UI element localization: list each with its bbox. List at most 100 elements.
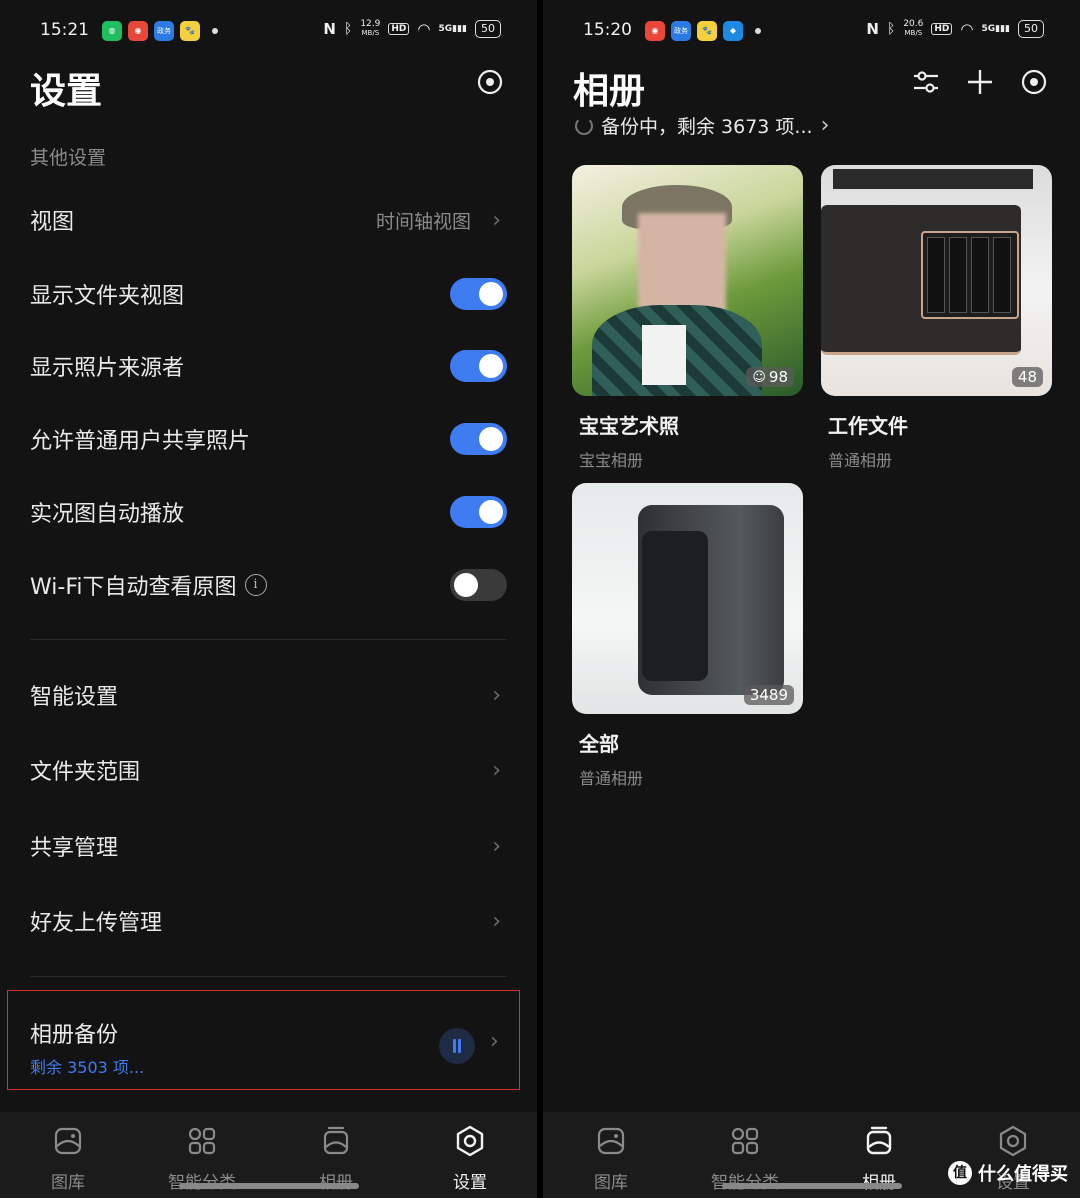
setting-label: 共享管理 bbox=[30, 836, 119, 861]
nav-label: 图库 bbox=[51, 1173, 85, 1193]
home-indicator[interactable] bbox=[722, 1183, 902, 1189]
network-speed: 12.9 MB/S bbox=[360, 19, 381, 38]
status-time: 15:21 bbox=[40, 20, 89, 40]
nav-label: 相册 bbox=[286, 1168, 386, 1193]
divider bbox=[30, 639, 507, 640]
albums-screen: 15:20 ◉ 政务 🐾 ◆ N ᛒ 20.6 MB/S HD ◠ 5G▮▮▮ 5… bbox=[543, 0, 1080, 1198]
more-options-icon[interactable] bbox=[475, 67, 505, 97]
chevron-right-icon: › bbox=[820, 113, 830, 138]
bluetooth-icon: ᛒ bbox=[343, 21, 353, 37]
setting-show-photo-source: 显示照片来源者 bbox=[30, 341, 507, 391]
album-thumbnail: 3489 bbox=[572, 483, 803, 714]
grid-icon bbox=[188, 1127, 216, 1155]
nfc-icon: N bbox=[323, 20, 336, 38]
setting-label: Wi-Fi下自动查看原图 bbox=[30, 575, 237, 600]
setting-wifi-original: Wi-Fi下自动查看原图 i bbox=[30, 560, 507, 610]
setting-label: 显示照片来源者 bbox=[30, 356, 185, 381]
notification-dot bbox=[212, 28, 218, 34]
app-icon: ◆ bbox=[723, 21, 743, 41]
grid-icon bbox=[731, 1127, 759, 1155]
setting-share-management[interactable]: 共享管理 › bbox=[30, 821, 507, 871]
status-indicators: N ᛒ 20.6 MB/S HD ◠ 5G▮▮▮ 50 bbox=[866, 20, 1044, 38]
setting-label: 视图 bbox=[30, 210, 75, 235]
setting-view[interactable]: 视图 时间轴视图 › bbox=[30, 195, 507, 245]
setting-label: 好友上传管理 bbox=[30, 911, 163, 936]
toggle-switch[interactable] bbox=[450, 278, 507, 310]
nav-settings[interactable]: 设置 bbox=[420, 1124, 520, 1193]
album-type: 普通相册 bbox=[828, 451, 893, 470]
weibo-icon: ◉ bbox=[128, 21, 148, 41]
album-type: 宝宝相册 bbox=[579, 451, 644, 470]
app-icon: 政务 bbox=[154, 21, 174, 41]
setting-smart[interactable]: 智能设置 › bbox=[30, 670, 507, 720]
setting-allow-sharing: 允许普通用户共享照片 bbox=[30, 414, 507, 464]
watermark: 值 什么值得买 bbox=[948, 1160, 1068, 1186]
album-type: 普通相册 bbox=[579, 769, 644, 788]
wifi-icon: ◠ bbox=[417, 20, 431, 38]
toggle-switch[interactable] bbox=[450, 569, 507, 601]
wechat-icon: ◍ bbox=[102, 21, 122, 41]
add-icon[interactable] bbox=[965, 67, 995, 97]
status-app-icons: ◉ 政务 🐾 ◆ bbox=[645, 21, 761, 41]
watermark-text: 什么值得买 bbox=[978, 1164, 1068, 1185]
status-bar: 15:21 ◍ ◉ 政务 🐾 N ᛒ 12.9 MB/S HD ◠ 5G▮▮▮ 5… bbox=[0, 18, 537, 46]
section-label: 其他设置 bbox=[30, 147, 107, 169]
notification-dot bbox=[755, 28, 761, 34]
nav-label: 智能分类 bbox=[695, 1168, 795, 1193]
loading-icon bbox=[575, 116, 593, 135]
setting-label: 允许普通用户共享照片 bbox=[30, 429, 251, 454]
weibo-icon: ◉ bbox=[645, 21, 665, 41]
backup-remaining: 剩余 3503 项... bbox=[30, 1058, 145, 1077]
setting-friend-upload[interactable]: 好友上传管理 › bbox=[30, 896, 507, 946]
toggle-switch[interactable] bbox=[450, 496, 507, 528]
album-card[interactable]: 48 工作文件 普通相册 bbox=[821, 165, 1052, 471]
page-title: 相册 bbox=[573, 71, 646, 112]
backup-status[interactable]: 备份中，剩余 3673 项... › bbox=[575, 112, 829, 139]
settings-icon bbox=[456, 1125, 484, 1157]
bluetooth-icon: ᛒ bbox=[886, 21, 896, 37]
nav-gallery[interactable]: 图库 bbox=[561, 1124, 661, 1193]
album-card[interactable]: ☺ 98 宝宝艺术照 宝宝相册 bbox=[572, 165, 803, 471]
nav-label: 设置 bbox=[453, 1173, 487, 1193]
album-thumbnail: 48 bbox=[821, 165, 1052, 396]
chevron-right-icon: › bbox=[492, 908, 501, 934]
toggle-switch[interactable] bbox=[450, 350, 507, 382]
toggle-switch[interactable] bbox=[450, 423, 507, 455]
more-options-icon[interactable] bbox=[1019, 67, 1049, 97]
nfc-icon: N bbox=[866, 20, 879, 38]
album-card[interactable]: 3489 全部 普通相册 bbox=[572, 483, 803, 789]
hd-icon: HD bbox=[931, 23, 953, 35]
album-icon bbox=[323, 1126, 349, 1155]
gallery-icon bbox=[54, 1127, 82, 1155]
photo-count-badge: 48 bbox=[1011, 367, 1043, 387]
pause-icon[interactable] bbox=[439, 1028, 475, 1064]
setting-label: 智能设置 bbox=[30, 685, 119, 710]
status-indicators: N ᛒ 12.9 MB/S HD ◠ 5G▮▮▮ 50 bbox=[323, 20, 501, 38]
album-name: 全部 bbox=[579, 732, 619, 756]
setting-label: 实况图自动播放 bbox=[30, 502, 185, 527]
nav-label: 相册 bbox=[829, 1168, 929, 1193]
settings-icon bbox=[999, 1125, 1027, 1157]
battery-icon: 50 bbox=[1018, 20, 1044, 38]
nav-gallery[interactable]: 图库 bbox=[18, 1124, 118, 1193]
baby-face-icon: ☺ bbox=[752, 369, 766, 385]
signal-icon: 5G▮▮▮ bbox=[981, 24, 1010, 34]
album-thumbnail: ☺ 98 bbox=[572, 165, 803, 396]
setting-folder-scope[interactable]: 文件夹范围 › bbox=[30, 745, 507, 795]
status-bar: 15:20 ◉ 政务 🐾 ◆ N ᛒ 20.6 MB/S HD ◠ 5G▮▮▮ 5… bbox=[543, 18, 1080, 46]
network-speed: 20.6 MB/S bbox=[903, 19, 924, 38]
wifi-icon: ◠ bbox=[960, 20, 974, 38]
nav-label: 智能分类 bbox=[152, 1168, 252, 1193]
setting-value: 时间轴视图 bbox=[375, 210, 471, 233]
album-name: 宝宝艺术照 bbox=[579, 414, 679, 438]
info-icon[interactable]: i bbox=[244, 574, 267, 596]
chevron-right-icon: › bbox=[492, 833, 501, 859]
photo-count-badge: 3489 bbox=[743, 685, 794, 705]
filter-icon[interactable] bbox=[911, 67, 941, 97]
home-indicator[interactable] bbox=[179, 1183, 359, 1189]
signal-icon: 5G▮▮▮ bbox=[438, 24, 467, 34]
hd-icon: HD bbox=[388, 23, 410, 35]
chevron-right-icon: › bbox=[492, 757, 501, 783]
chevron-right-icon: › bbox=[492, 207, 501, 233]
album-backup-row[interactable]: 相册备份 剩余 3503 项... › bbox=[7, 990, 520, 1090]
